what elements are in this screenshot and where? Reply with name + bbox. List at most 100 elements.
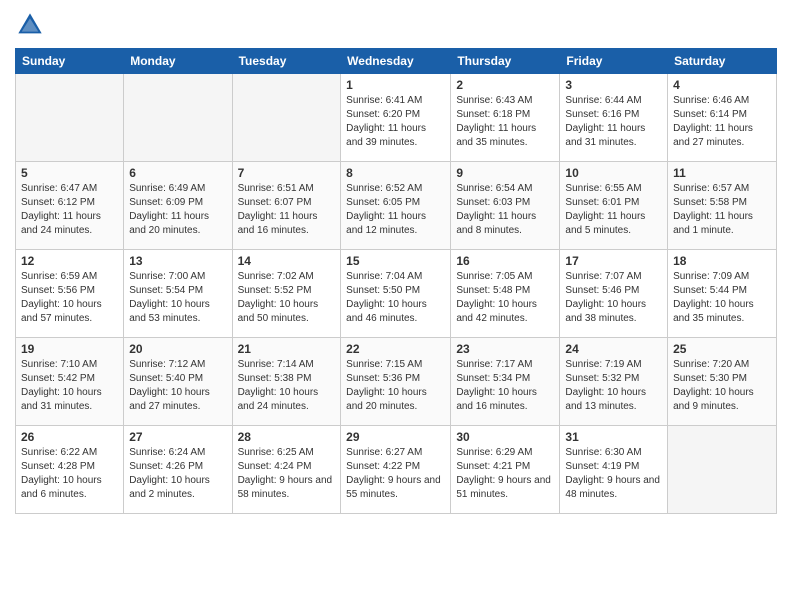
day-number: 23 (456, 342, 554, 356)
day-cell: 12 Sunrise: 6:59 AMSunset: 5:56 PMDayligh… (16, 250, 124, 338)
day-number: 18 (673, 254, 771, 268)
page-container: SundayMondayTuesdayWednesdayThursdayFrid… (0, 0, 792, 524)
day-number: 25 (673, 342, 771, 356)
day-cell: 13 Sunrise: 7:00 AMSunset: 5:54 PMDayligh… (124, 250, 232, 338)
day-info: Sunrise: 7:19 AMSunset: 5:32 PMDaylight:… (565, 358, 662, 414)
day-number: 29 (346, 430, 445, 444)
day-cell: 7 Sunrise: 6:51 AMSunset: 6:07 PMDaylight… (232, 162, 341, 250)
calendar-table: SundayMondayTuesdayWednesdayThursdayFrid… (15, 48, 777, 514)
day-info: Sunrise: 6:54 AMSunset: 6:03 PMDaylight:… (456, 182, 554, 238)
day-cell: 11 Sunrise: 6:57 AMSunset: 5:58 PMDayligh… (668, 162, 777, 250)
weekday-header: Saturday (668, 49, 777, 74)
day-number: 11 (673, 166, 771, 180)
logo (15, 10, 49, 40)
day-number: 16 (456, 254, 554, 268)
weekday-header: Wednesday (341, 49, 451, 74)
weekday-header-row: SundayMondayTuesdayWednesdayThursdayFrid… (16, 49, 777, 74)
day-info: Sunrise: 6:52 AMSunset: 6:05 PMDaylight:… (346, 182, 445, 238)
day-cell: 3 Sunrise: 6:44 AMSunset: 6:16 PMDaylight… (560, 74, 668, 162)
week-row: 26Sunrise: 6:22 AMSunset: 4:28 PMDayligh… (16, 426, 777, 514)
day-cell: 19Sunrise: 7:10 AMSunset: 5:42 PMDayligh… (16, 338, 124, 426)
day-info: Sunrise: 6:55 AMSunset: 6:01 PMDaylight:… (565, 182, 662, 238)
day-cell: 4Sunrise: 6:46 AMSunset: 6:14 PMDaylight… (668, 74, 777, 162)
week-row: 5Sunrise: 6:47 AMSunset: 6:12 PMDaylight… (16, 162, 777, 250)
day-info: Sunrise: 7:00 AMSunset: 5:54 PMDaylight:… (129, 270, 226, 326)
day-cell: 10 Sunrise: 6:55 AMSunset: 6:01 PMDayligh… (560, 162, 668, 250)
header (15, 10, 777, 40)
day-info: Sunrise: 6:41 AMSunset: 6:20 PMDaylight:… (346, 94, 445, 150)
day-cell: 9Sunrise: 6:54 AMSunset: 6:03 PMDaylight… (451, 162, 560, 250)
day-cell: 29 Sunrise: 6:27 AMSunset: 4:22 PMDayligh… (341, 426, 451, 514)
day-number: 4 (673, 78, 771, 92)
day-cell (232, 74, 341, 162)
day-info: Sunrise: 7:07 AMSunset: 5:46 PMDaylight:… (565, 270, 662, 326)
day-info: Sunrise: 7:15 AMSunset: 5:36 PMDaylight:… (346, 358, 445, 414)
day-cell: 27 Sunrise: 6:24 AMSunset: 4:26 PMDayligh… (124, 426, 232, 514)
day-cell: 8 Sunrise: 6:52 AMSunset: 6:05 PMDaylight… (341, 162, 451, 250)
day-number: 12 (21, 254, 118, 268)
day-cell: 6 Sunrise: 6:49 AMSunset: 6:09 PMDaylight… (124, 162, 232, 250)
day-info: Sunrise: 6:57 AMSunset: 5:58 PMDaylight:… (673, 182, 771, 238)
day-number: 30 (456, 430, 554, 444)
day-number: 27 (129, 430, 226, 444)
day-info: Sunrise: 7:04 AMSunset: 5:50 PMDaylight:… (346, 270, 445, 326)
weekday-header: Friday (560, 49, 668, 74)
day-info: Sunrise: 7:09 AMSunset: 5:44 PMDaylight:… (673, 270, 771, 326)
day-cell: 14Sunrise: 7:02 AMSunset: 5:52 PMDayligh… (232, 250, 341, 338)
day-number: 6 (129, 166, 226, 180)
day-info: Sunrise: 7:10 AMSunset: 5:42 PMDaylight:… (21, 358, 118, 414)
day-cell: 17Sunrise: 7:07 AMSunset: 5:46 PMDayligh… (560, 250, 668, 338)
day-info: Sunrise: 6:25 AMSunset: 4:24 PMDaylight:… (238, 446, 336, 502)
day-cell: 23Sunrise: 7:17 AMSunset: 5:34 PMDayligh… (451, 338, 560, 426)
day-info: Sunrise: 6:51 AMSunset: 6:07 PMDaylight:… (238, 182, 336, 238)
day-number: 7 (238, 166, 336, 180)
day-cell: 16 Sunrise: 7:05 AMSunset: 5:48 PMDayligh… (451, 250, 560, 338)
day-info: Sunrise: 6:24 AMSunset: 4:26 PMDaylight:… (129, 446, 226, 502)
day-number: 13 (129, 254, 226, 268)
day-number: 15 (346, 254, 445, 268)
day-number: 3 (565, 78, 662, 92)
day-cell: 31 Sunrise: 6:30 AMSunset: 4:19 PMDayligh… (560, 426, 668, 514)
day-cell: 2 Sunrise: 6:43 AMSunset: 6:18 PMDaylight… (451, 74, 560, 162)
week-row: 1 Sunrise: 6:41 AMSunset: 6:20 PMDaylight… (16, 74, 777, 162)
day-number: 26 (21, 430, 118, 444)
day-info: Sunrise: 6:27 AMSunset: 4:22 PMDaylight:… (346, 446, 445, 502)
day-cell: 26Sunrise: 6:22 AMSunset: 4:28 PMDayligh… (16, 426, 124, 514)
day-cell: 1 Sunrise: 6:41 AMSunset: 6:20 PMDaylight… (341, 74, 451, 162)
day-cell: 22Sunrise: 7:15 AMSunset: 5:36 PMDayligh… (341, 338, 451, 426)
day-info: Sunrise: 6:30 AMSunset: 4:19 PMDaylight:… (565, 446, 662, 502)
weekday-header: Tuesday (232, 49, 341, 74)
week-row: 12 Sunrise: 6:59 AMSunset: 5:56 PMDayligh… (16, 250, 777, 338)
day-cell: 25Sunrise: 7:20 AMSunset: 5:30 PMDayligh… (668, 338, 777, 426)
day-number: 8 (346, 166, 445, 180)
day-cell (16, 74, 124, 162)
day-info: Sunrise: 7:14 AMSunset: 5:38 PMDaylight:… (238, 358, 336, 414)
day-number: 20 (129, 342, 226, 356)
day-info: Sunrise: 6:49 AMSunset: 6:09 PMDaylight:… (129, 182, 226, 238)
logo-icon (15, 10, 45, 40)
day-info: Sunrise: 6:29 AMSunset: 4:21 PMDaylight:… (456, 446, 554, 502)
day-info: Sunrise: 7:05 AMSunset: 5:48 PMDaylight:… (456, 270, 554, 326)
day-info: Sunrise: 7:12 AMSunset: 5:40 PMDaylight:… (129, 358, 226, 414)
weekday-header: Thursday (451, 49, 560, 74)
day-info: Sunrise: 6:44 AMSunset: 6:16 PMDaylight:… (565, 94, 662, 150)
day-info: Sunrise: 6:59 AMSunset: 5:56 PMDaylight:… (21, 270, 118, 326)
day-cell (668, 426, 777, 514)
day-cell: 18 Sunrise: 7:09 AMSunset: 5:44 PMDayligh… (668, 250, 777, 338)
day-number: 24 (565, 342, 662, 356)
day-cell: 28 Sunrise: 6:25 AMSunset: 4:24 PMDayligh… (232, 426, 341, 514)
day-cell: 24 Sunrise: 7:19 AMSunset: 5:32 PMDayligh… (560, 338, 668, 426)
day-cell: 30 Sunrise: 6:29 AMSunset: 4:21 PMDayligh… (451, 426, 560, 514)
day-cell: 21Sunrise: 7:14 AMSunset: 5:38 PMDayligh… (232, 338, 341, 426)
day-number: 1 (346, 78, 445, 92)
day-cell: 15 Sunrise: 7:04 AMSunset: 5:50 PMDayligh… (341, 250, 451, 338)
weekday-header: Monday (124, 49, 232, 74)
day-info: Sunrise: 6:43 AMSunset: 6:18 PMDaylight:… (456, 94, 554, 150)
day-cell: 5Sunrise: 6:47 AMSunset: 6:12 PMDaylight… (16, 162, 124, 250)
day-info: Sunrise: 7:02 AMSunset: 5:52 PMDaylight:… (238, 270, 336, 326)
day-number: 31 (565, 430, 662, 444)
day-number: 28 (238, 430, 336, 444)
day-number: 10 (565, 166, 662, 180)
day-cell (124, 74, 232, 162)
day-number: 2 (456, 78, 554, 92)
